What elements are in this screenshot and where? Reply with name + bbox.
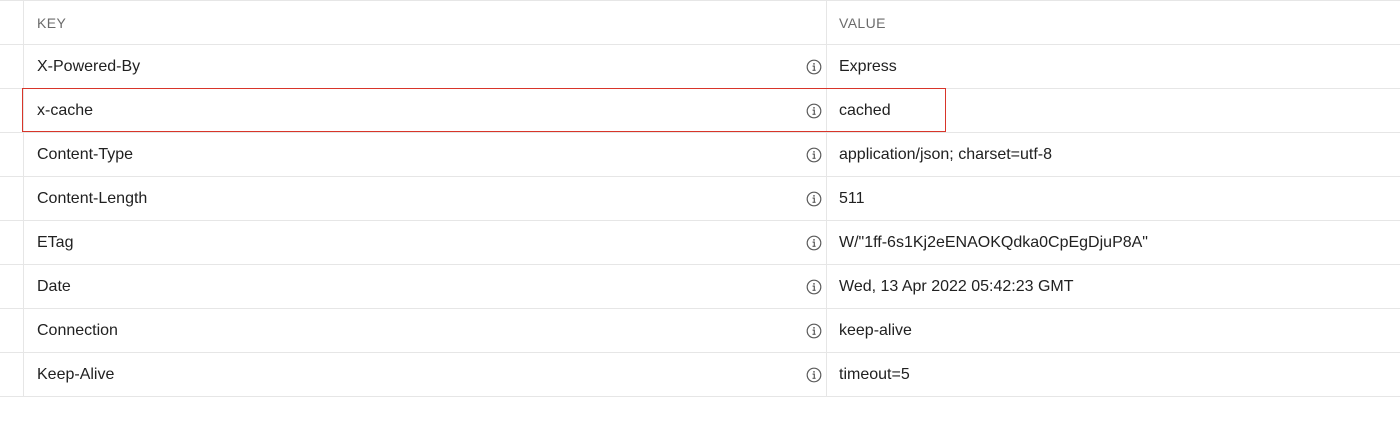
key-cell: Content-Length — [24, 177, 827, 220]
table-row: Connection keep-alive — [0, 309, 1400, 353]
response-headers-table: KEY VALUE X-Powered-By Express x-cache c… — [0, 0, 1400, 397]
header-value: cached — [839, 102, 891, 119]
header-key: Keep-Alive — [37, 366, 115, 383]
header-value: application/json; charset=utf-8 — [839, 146, 1053, 163]
info-icon[interactable] — [806, 235, 822, 251]
key-cell: Keep-Alive — [24, 353, 827, 396]
value-cell: application/json; charset=utf-8 — [827, 133, 1400, 176]
table-header-row: KEY VALUE — [0, 0, 1400, 45]
row-gutter — [0, 309, 24, 352]
info-icon[interactable] — [806, 147, 822, 163]
header-key: x-cache — [37, 102, 94, 119]
header-value: Express — [839, 58, 897, 75]
value-cell: Express — [827, 45, 1400, 88]
table-row: x-cache cached — [0, 89, 1400, 133]
row-gutter — [0, 353, 24, 396]
info-icon[interactable] — [806, 191, 822, 207]
key-cell: x-cache — [24, 89, 827, 132]
table-row: Content-Type application/json; charset=u… — [0, 133, 1400, 177]
info-icon[interactable] — [806, 279, 822, 295]
row-gutter — [0, 45, 24, 88]
key-column-header: KEY — [24, 1, 827, 44]
header-value: Wed, 13 Apr 2022 05:42:23 GMT — [839, 278, 1074, 295]
header-value: timeout=5 — [839, 366, 910, 383]
value-cell: cached — [827, 89, 1400, 132]
header-value: W/"1ff-6s1Kj2eENAOKQdka0CpEgDjuP8A" — [839, 234, 1148, 251]
value-column-header: VALUE — [827, 1, 1400, 44]
value-cell: keep-alive — [827, 309, 1400, 352]
key-cell: Connection — [24, 309, 827, 352]
header-key: Content-Type — [37, 146, 134, 163]
info-icon[interactable] — [806, 59, 822, 75]
row-gutter — [0, 265, 24, 308]
info-icon[interactable] — [806, 103, 822, 119]
value-cell: W/"1ff-6s1Kj2eENAOKQdka0CpEgDjuP8A" — [827, 221, 1400, 264]
header-value: 511 — [839, 190, 865, 207]
header-key: X-Powered-By — [37, 58, 141, 75]
value-cell: timeout=5 — [827, 353, 1400, 396]
value-cell: Wed, 13 Apr 2022 05:42:23 GMT — [827, 265, 1400, 308]
header-key: ETag — [37, 234, 74, 251]
row-gutter — [0, 89, 24, 132]
header-value: keep-alive — [839, 322, 912, 339]
table-row: Date Wed, 13 Apr 2022 05:42:23 GMT — [0, 265, 1400, 309]
key-cell: ETag — [24, 221, 827, 264]
key-cell: Content-Type — [24, 133, 827, 176]
header-key: Date — [37, 278, 71, 295]
table-row: Keep-Alive timeout=5 — [0, 353, 1400, 397]
row-gutter — [0, 1, 24, 44]
key-cell: Date — [24, 265, 827, 308]
key-cell: X-Powered-By — [24, 45, 827, 88]
header-key: Connection — [37, 322, 118, 339]
row-gutter — [0, 177, 24, 220]
table-row: ETag W/"1ff-6s1Kj2eENAOKQdka0CpEgDjuP8A" — [0, 221, 1400, 265]
row-gutter — [0, 133, 24, 176]
key-header-label: KEY — [37, 15, 67, 31]
info-icon[interactable] — [806, 323, 822, 339]
value-cell: 511 — [827, 177, 1400, 220]
table-row: X-Powered-By Express — [0, 45, 1400, 89]
table-row: Content-Length 511 — [0, 177, 1400, 221]
row-gutter — [0, 221, 24, 264]
header-key: Content-Length — [37, 190, 148, 207]
value-header-label: VALUE — [839, 15, 886, 31]
info-icon[interactable] — [806, 367, 822, 383]
